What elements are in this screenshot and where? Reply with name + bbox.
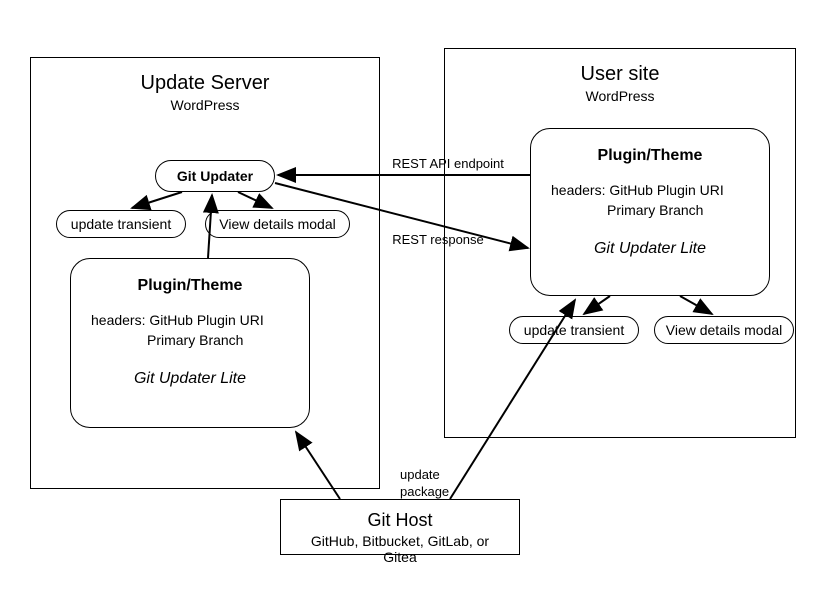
update-server-subtitle: WordPress [31,97,379,113]
view-details-left-label: View details modal [219,216,335,232]
user-site-title: User site [445,63,795,86]
plugin-left-header2: Primary Branch [91,331,289,351]
git-host-box: Git Host GitHub, Bitbucket, GitLab, or G… [280,499,520,555]
plugin-theme-right-title: Plugin/Theme [551,147,749,165]
view-details-right: View details modal [654,316,794,344]
git-updater-label: Git Updater [177,168,253,184]
plugin-right-header2: Primary Branch [551,201,749,221]
plugin-right-header1: headers: GitHub Plugin URI [551,181,749,201]
plugin-theme-right: Plugin/Theme headers: GitHub Plugin URI … [530,128,770,296]
update-transient-right: update transient [509,316,639,344]
view-details-left: View details modal [205,210,350,238]
view-details-right-label: View details modal [666,322,782,338]
plugin-theme-left-title: Plugin/Theme [91,277,289,295]
rest-endpoint-label: REST API endpoint [378,156,518,173]
plugin-left-lite: Git Updater Lite [91,370,289,388]
update-transient-right-label: update transient [524,322,624,338]
git-updater-node: Git Updater [155,160,275,192]
plugin-theme-left-headers: headers: GitHub Plugin URI Primary Branc… [91,311,289,350]
user-site-title-block: User site WordPress [445,63,795,104]
update-transient-left-label: update transient [71,216,171,232]
user-site-subtitle: WordPress [445,88,795,104]
plugin-theme-right-headers: headers: GitHub Plugin URI Primary Branc… [551,181,749,220]
update-transient-left: update transient [56,210,186,238]
plugin-theme-left: Plugin/Theme headers: GitHub Plugin URI … [70,258,310,428]
git-host-title: Git Host [295,510,505,531]
git-host-subtitle: GitHub, Bitbucket, GitLab, or Gitea [295,533,505,565]
update-server-title-block: Update Server WordPress [31,72,379,113]
update-package-label: update package [400,450,480,501]
plugin-right-lite: Git Updater Lite [551,240,749,258]
update-server-title: Update Server [31,72,379,95]
rest-response-label: REST response [378,232,498,249]
plugin-left-header1: headers: GitHub Plugin URI [91,311,289,331]
